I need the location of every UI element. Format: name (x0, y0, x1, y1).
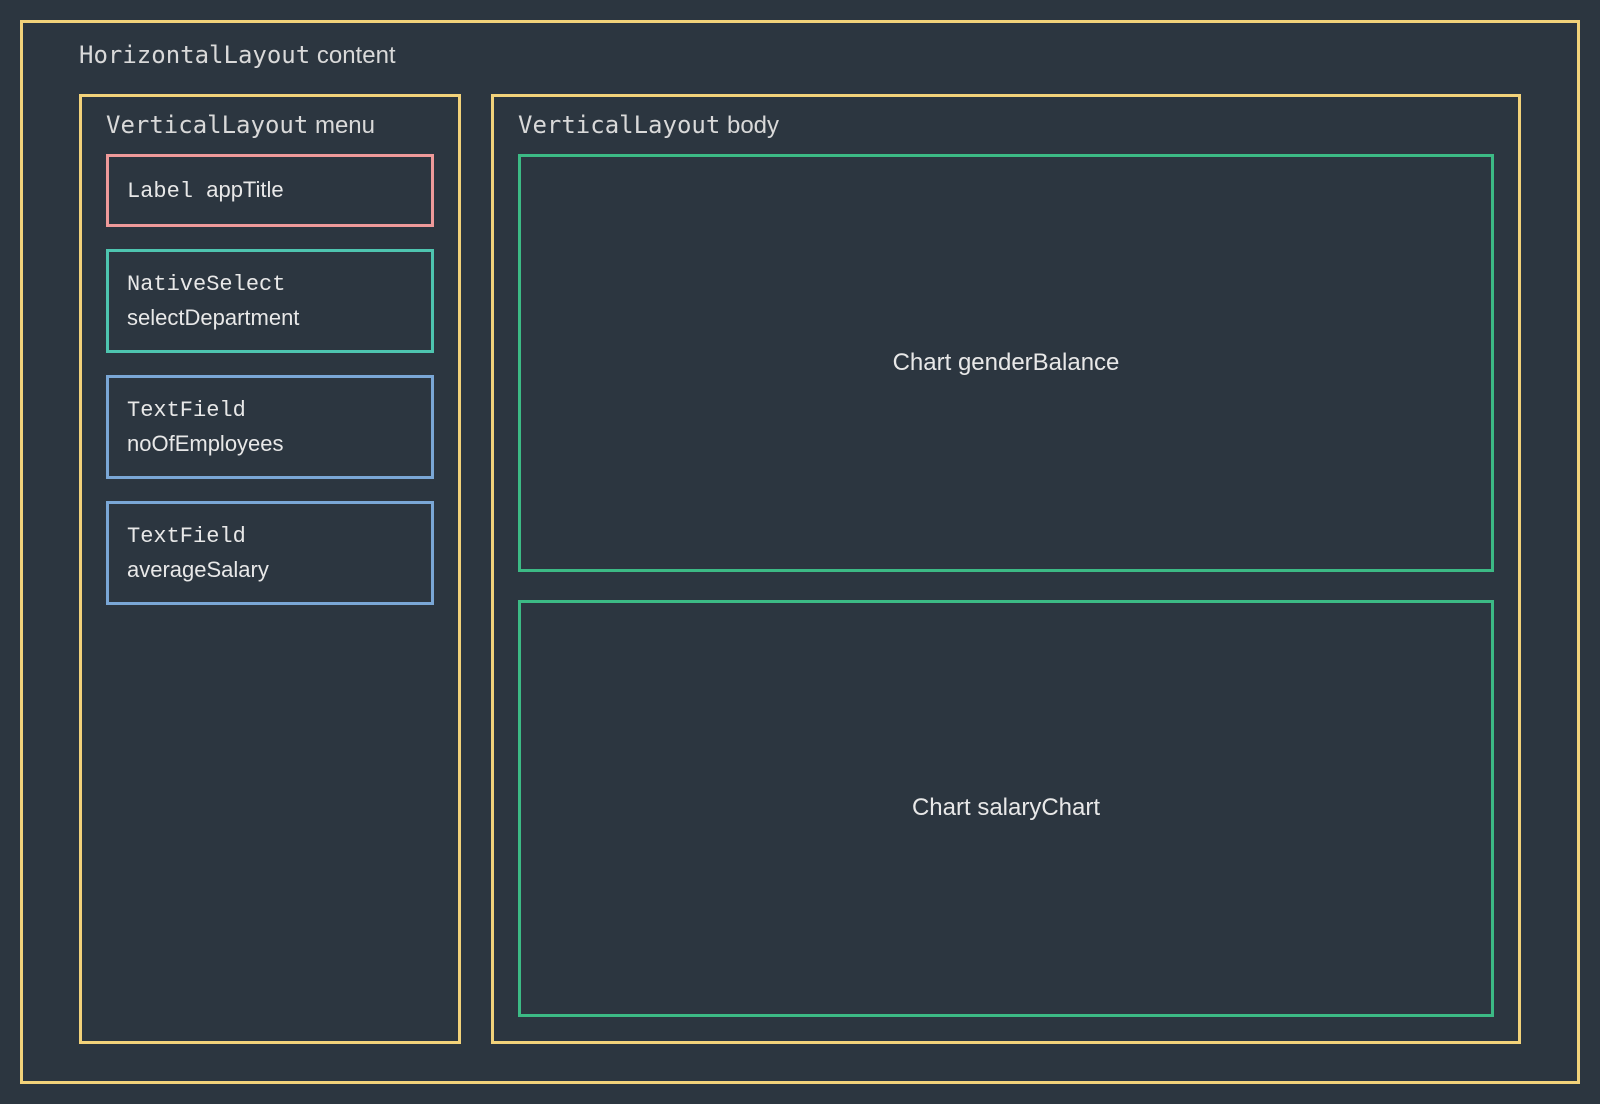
body-title: VerticalLayout body (518, 111, 1494, 140)
component-type: TextField (127, 394, 413, 427)
component-name: appTitle (206, 177, 283, 202)
menu-type: VerticalLayout (106, 111, 308, 139)
textfield-averagesalary: TextField averageSalary (106, 501, 434, 605)
nativeselect-selectdepartment: NativeSelect selectDepartment (106, 249, 434, 353)
layout-diagram: HorizontalLayout content VerticalLayout … (20, 20, 1580, 1084)
component-type: Chart (893, 349, 952, 376)
layout-row: VerticalLayout menu Label appTitle Nativ… (79, 94, 1521, 1044)
horizontal-layout-content: HorizontalLayout content VerticalLayout … (20, 20, 1580, 1084)
component-name: genderBalance (951, 349, 1119, 376)
vertical-layout-menu: VerticalLayout menu Label appTitle Nativ… (79, 94, 461, 1044)
outer-type: HorizontalLayout (79, 41, 310, 69)
outer-title: HorizontalLayout content (79, 41, 1521, 70)
chart-salarychart: ChartsalaryChart (518, 600, 1494, 1018)
chart-genderbalance: ChartgenderBalance (518, 154, 1494, 572)
chart-label: ChartgenderBalance (893, 349, 1120, 377)
menu-stack: Label appTitle NativeSelect selectDepart… (106, 154, 434, 605)
body-name: body (727, 112, 779, 139)
component-name: selectDepartment (127, 301, 413, 334)
component-name: salaryChart (971, 794, 1100, 821)
component-type: TextField (127, 520, 413, 553)
charts-stack: ChartgenderBalance ChartsalaryChart (518, 154, 1494, 1017)
body-type: VerticalLayout (518, 111, 720, 139)
component-name: averageSalary (127, 553, 413, 586)
label-apptitle: Label appTitle (106, 154, 434, 227)
textfield-noofemployees: TextField noOfEmployees (106, 375, 434, 479)
component-name: noOfEmployees (127, 427, 413, 460)
menu-name: menu (315, 112, 375, 139)
menu-title: VerticalLayout menu (106, 111, 434, 140)
component-type: NativeSelect (127, 268, 413, 301)
vertical-layout-body: VerticalLayout body ChartgenderBalance C… (491, 94, 1521, 1044)
component-type: Label (127, 179, 193, 204)
component-type: Chart (912, 794, 971, 821)
chart-label: ChartsalaryChart (912, 794, 1100, 822)
outer-name: content (317, 42, 396, 69)
